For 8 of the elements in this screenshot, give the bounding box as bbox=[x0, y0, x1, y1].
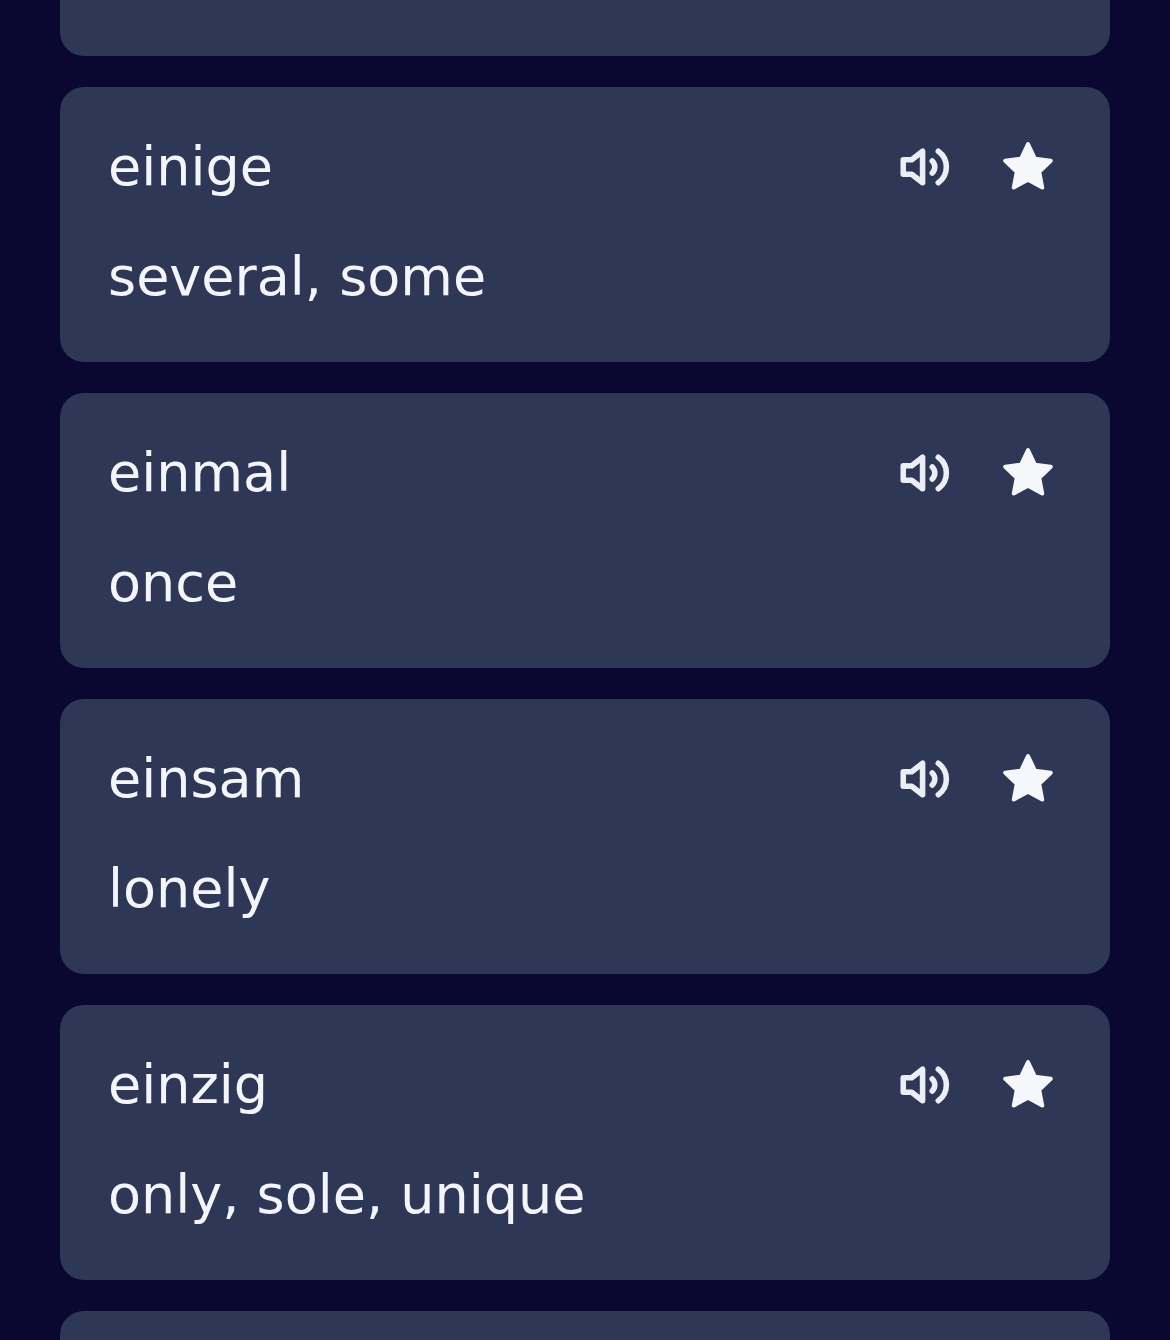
translation: several, some bbox=[108, 244, 488, 310]
word: einmal bbox=[108, 440, 292, 506]
translation: only, sole, unique bbox=[108, 1162, 587, 1228]
translation: lonely bbox=[108, 856, 272, 922]
word: einsam bbox=[108, 746, 305, 812]
word: einige bbox=[108, 134, 273, 200]
translation: once bbox=[108, 550, 240, 616]
word: einzig bbox=[108, 1052, 269, 1118]
